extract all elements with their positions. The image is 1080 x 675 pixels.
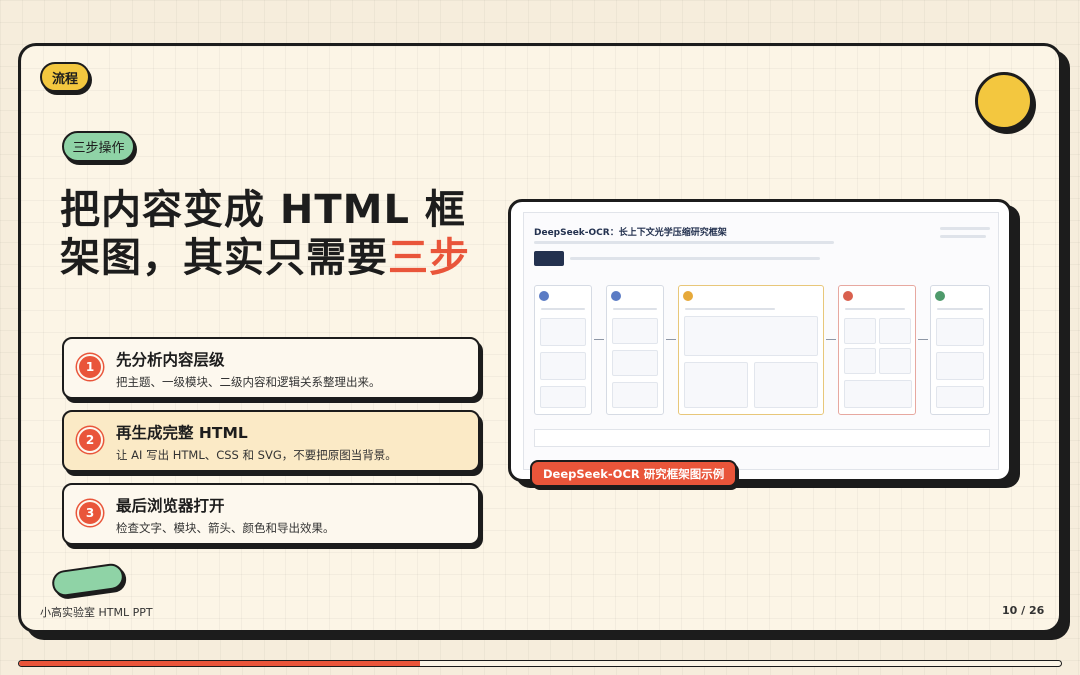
- module-box: [540, 318, 586, 346]
- preview-card: DeepSeek-OCR：长上下文光学压缩研究框架: [508, 199, 1012, 482]
- module-box: [612, 382, 658, 408]
- preview-title: DeepSeek-OCR：长上下文光学压缩研究框架: [534, 228, 727, 238]
- preview-arrow: [918, 339, 928, 340]
- preview-arrow: [826, 339, 836, 340]
- preview-module: [838, 285, 916, 415]
- module-dot: [539, 291, 549, 301]
- preview-text-line: [570, 257, 820, 260]
- preview-module: [606, 285, 664, 415]
- page-number: 10 / 26: [1002, 604, 1045, 617]
- preview-caption: DeepSeek-OCR 研究框架图示例: [530, 460, 738, 487]
- title-accent: 三步: [388, 235, 470, 281]
- preview-module: [534, 285, 592, 415]
- module-line: [937, 308, 983, 310]
- module-line: [685, 308, 775, 310]
- module-line: [845, 308, 905, 310]
- step-desc: 把主题、一级模块、二级内容和逻辑关系整理出来。: [116, 375, 381, 389]
- step-number: 1: [77, 354, 103, 380]
- progress-fill: [19, 661, 420, 666]
- step-card-3: 3 最后浏览器打开 检查文字、模块、箭头、颜色和导出效果。: [62, 483, 480, 545]
- preview-arrow: [666, 339, 676, 340]
- preview-text-line: [534, 241, 834, 244]
- module-box: [844, 380, 912, 408]
- preview-arrow: [594, 339, 604, 340]
- step-card-1: 1 先分析内容层级 把主题、一级模块、二级内容和逻辑关系整理出来。: [62, 337, 480, 399]
- module-box: [684, 362, 748, 408]
- preview-thumbnail: DeepSeek-OCR：长上下文光学压缩研究框架: [523, 212, 999, 470]
- module-box: [936, 386, 984, 408]
- module-dot: [683, 291, 693, 301]
- module-line: [541, 308, 585, 310]
- step-title: 再生成完整 HTML: [116, 424, 248, 442]
- module-dot: [935, 291, 945, 301]
- module-dot: [611, 291, 621, 301]
- module-box: [540, 386, 586, 408]
- module-box: [540, 352, 586, 380]
- subsection-tag: 三步操作: [62, 131, 135, 162]
- module-box: [844, 348, 876, 374]
- module-box: [612, 318, 658, 344]
- preview-text-line: [940, 227, 990, 230]
- step-desc: 让 AI 写出 HTML、CSS 和 SVG，不要把原图当背景。: [116, 448, 397, 462]
- preview-label-block: [534, 251, 564, 266]
- step-number: 2: [77, 427, 103, 453]
- footer-brand: 小高实验室 HTML PPT: [40, 606, 153, 619]
- module-box: [879, 318, 911, 344]
- module-dot: [843, 291, 853, 301]
- step-card-2: 2 再生成完整 HTML 让 AI 写出 HTML、CSS 和 SVG，不要把原…: [62, 410, 480, 472]
- module-box: [612, 350, 658, 376]
- module-line: [613, 308, 657, 310]
- preview-text-line: [940, 235, 986, 238]
- preview-footer-strip: [534, 429, 990, 447]
- module-box: [684, 316, 818, 356]
- module-box: [936, 352, 984, 380]
- section-tag: 流程: [40, 62, 90, 92]
- page-title: 把内容变成 HTML 框架图，其实只需要三步: [60, 186, 480, 282]
- step-title: 最后浏览器打开: [116, 497, 225, 515]
- preview-module: [678, 285, 824, 415]
- step-number: 3: [77, 500, 103, 526]
- step-title: 先分析内容层级: [116, 351, 225, 369]
- module-box: [844, 318, 876, 344]
- preview-module: [930, 285, 990, 415]
- decor-circle: [975, 72, 1033, 130]
- module-box: [754, 362, 818, 408]
- module-box: [936, 318, 984, 346]
- step-desc: 检查文字、模块、箭头、颜色和导出效果。: [116, 521, 335, 535]
- module-box: [879, 348, 911, 374]
- progress-bar: [18, 660, 1062, 667]
